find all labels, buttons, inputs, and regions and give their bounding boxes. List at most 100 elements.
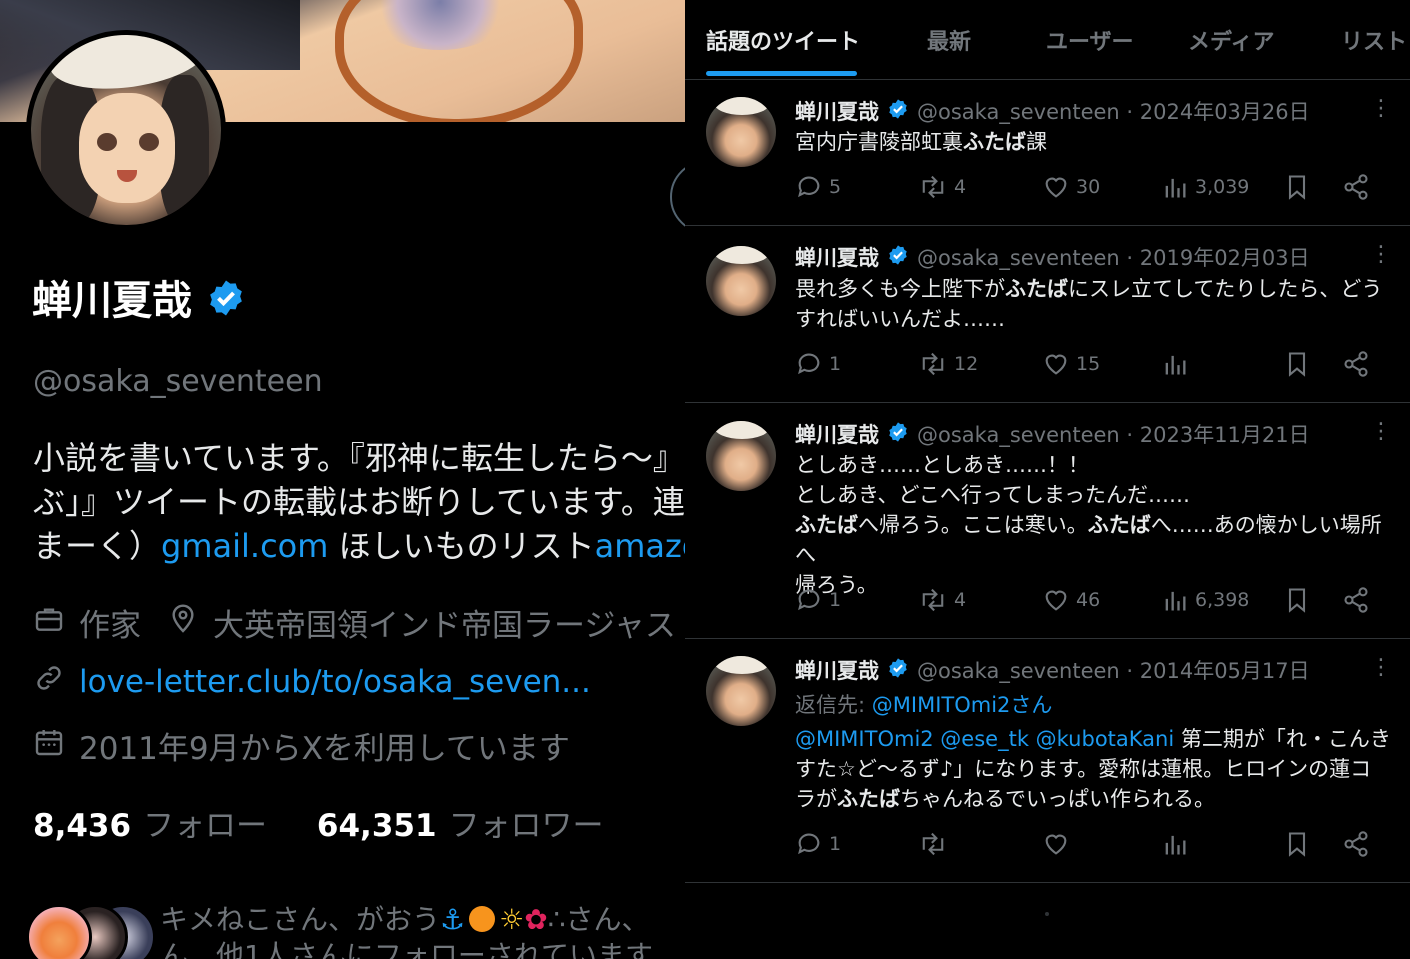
tweet[interactable]: 蝉川夏哉 @osaka_seventeen · 2019年02月03日 ⋮ 畏れ…: [685, 226, 1410, 403]
follow-button-edge[interactable]: [670, 160, 685, 234]
tweet-actions: 1 12 15: [795, 350, 1385, 384]
followed-by-row[interactable]: キメねこさん、がおう⚓ ☼✿∴さん、 ん、他1人さんにフォローされています: [26, 898, 685, 959]
retweet-button[interactable]: [918, 830, 954, 858]
tweet[interactable]: 蝉川夏哉 @osaka_seventeen · 2023年11月21日 ⋮ とし…: [685, 403, 1410, 639]
profile-bio: 小説を書いています。『邪神に転生したら～』 ぶ」』ツイートの転載はお断りしていま…: [33, 436, 685, 568]
bookmark-button[interactable]: [1283, 350, 1317, 378]
tweet-header: 蝉川夏哉 @osaka_seventeen · 2024年03月26日: [795, 96, 1310, 126]
reply-to-link[interactable]: @MIMITOmi2さん: [872, 693, 1053, 717]
reply-button[interactable]: 1: [795, 350, 841, 378]
tweet-text: 畏れ多くも今上陛下がふたばにスレ立てしてたりしたら、どう すればいいんだよ……: [795, 277, 1383, 331]
tweet-actions: 1: [795, 830, 1385, 864]
tweet-handle-date[interactable]: @osaka_seventeen · 2014年05月17日: [917, 655, 1310, 685]
bio-line: まーく）gmail.com ほしいものリストamazo: [33, 524, 685, 568]
verified-badge-icon: [206, 278, 246, 328]
following-link[interactable]: 8,436 フォロー: [33, 808, 307, 844]
share-button[interactable]: [1342, 830, 1376, 858]
orange-circle-emoji: [469, 906, 496, 932]
email-link[interactable]: gmail.com: [161, 527, 328, 565]
tweet-avatar[interactable]: [706, 97, 776, 167]
joined-date: 2011年9月からXを利用しています: [79, 731, 570, 767]
bookmark-button[interactable]: [1283, 586, 1317, 614]
profile-handle: @osaka_seventeen: [33, 364, 323, 399]
reply-button[interactable]: 1: [795, 830, 841, 858]
verified-badge-icon: [887, 244, 909, 271]
tweet-actions: 1 4 46 6,398: [795, 586, 1385, 620]
profile-meta-row: 作家 大英帝国領インド帝国ラージャス: [33, 600, 676, 645]
more-icon[interactable]: ⋮: [1370, 419, 1392, 444]
views-button[interactable]: 6,398: [1161, 586, 1249, 614]
like-button[interactable]: 15: [1042, 350, 1100, 378]
share-button[interactable]: [1342, 173, 1376, 201]
tab-latest[interactable]: 最新: [927, 24, 971, 56]
reply-button[interactable]: 5: [795, 173, 841, 201]
tab-top[interactable]: 話題のツイート: [706, 24, 860, 56]
website-link[interactable]: love-letter.club/to/osaka_seven...: [79, 664, 591, 700]
ribbon-emoji: ✿: [524, 903, 548, 936]
profession-text: 作家: [79, 608, 141, 644]
profile-name: 蝉川夏哉: [32, 268, 246, 328]
like-button[interactable]: 46: [1042, 586, 1100, 614]
tab-media[interactable]: メディア: [1188, 24, 1274, 56]
sun-emoji: ☼: [499, 903, 525, 936]
anchor-emoji: ⚓: [440, 903, 466, 936]
retweet-button[interactable]: 4: [918, 173, 966, 201]
profile-avatar[interactable]: [26, 30, 226, 230]
share-button[interactable]: [1342, 586, 1376, 614]
follow-stats: 8,436 フォロー 64,351 フォロワー: [33, 800, 644, 845]
briefcase-icon: [33, 603, 79, 643]
tweet-header: 蝉川夏哉 @osaka_seventeen · 2019年02月03日: [795, 242, 1310, 272]
tweet-header: 蝉川夏哉 @osaka_seventeen · 2014年05月17日: [795, 655, 1310, 685]
mention-links[interactable]: @MIMITOmi2 @ese_tk @kubotaKani: [795, 727, 1174, 751]
amazon-link[interactable]: amazo: [595, 527, 685, 565]
bookmark-button[interactable]: [1283, 173, 1317, 201]
tweet-author-name[interactable]: 蝉川夏哉: [795, 96, 879, 126]
tweet[interactable]: 蝉川夏哉 @osaka_seventeen · 2014年05月17日 ⋮ 返信…: [685, 639, 1410, 883]
share-button[interactable]: [1342, 350, 1376, 378]
followers-link[interactable]: 64,351 フォロワー: [317, 808, 644, 844]
tweet-author-name[interactable]: 蝉川夏哉: [795, 242, 879, 272]
tweet-avatar[interactable]: [706, 246, 776, 316]
tweet-handle-date[interactable]: @osaka_seventeen · 2023年11月21日: [917, 419, 1310, 449]
reply-button[interactable]: 1: [795, 586, 841, 614]
tweet-avatar[interactable]: [706, 421, 776, 491]
bio-line: 小説を書いています。『邪神に転生したら～』: [33, 439, 685, 477]
reply-context: 返信先: @MIMITOmi2さん: [795, 693, 1053, 717]
retweet-button[interactable]: 12: [918, 350, 978, 378]
views-button[interactable]: 3,039: [1161, 173, 1249, 201]
paw-emoji: ∴: [547, 903, 566, 936]
more-icon[interactable]: ⋮: [1370, 96, 1392, 121]
like-button[interactable]: [1042, 830, 1076, 858]
more-icon[interactable]: ⋮: [1370, 655, 1392, 680]
tweet-handle-date[interactable]: @osaka_seventeen · 2019年02月03日: [917, 242, 1310, 272]
tweet-author-name[interactable]: 蝉川夏哉: [795, 419, 879, 449]
like-button[interactable]: 30: [1042, 173, 1100, 201]
bookmark-button[interactable]: [1283, 830, 1317, 858]
tab-people[interactable]: ユーザー: [1046, 24, 1134, 56]
tweet-actions: 5 4 30 3,039: [795, 173, 1385, 207]
loading-indicator: [1045, 912, 1049, 916]
tweet-author-name[interactable]: 蝉川夏哉: [795, 655, 879, 685]
verified-badge-icon: [887, 657, 909, 684]
tab-lists[interactable]: リスト: [1341, 24, 1407, 56]
link-icon: [33, 662, 79, 702]
views-button[interactable]: [1161, 830, 1195, 858]
search-results-panel: 話題のツイート 最新 ユーザー メディア リスト 蝉川夏哉 @osaka_sev…: [685, 0, 1410, 959]
views-button[interactable]: [1161, 350, 1195, 378]
tweet-avatar[interactable]: [706, 656, 776, 726]
followed-by-text: キメねこさん、がおう⚓ ☼✿∴さん、 ん、他1人さんにフォローされています: [160, 903, 653, 959]
retweet-button[interactable]: 4: [918, 586, 966, 614]
active-tab-indicator: [706, 71, 857, 76]
tweet-handle-date[interactable]: @osaka_seventeen · 2024年03月26日: [917, 96, 1310, 126]
profile-meta-row: 2011年9月からXを利用しています: [33, 723, 570, 768]
tweet[interactable]: 蝉川夏哉 @osaka_seventeen · 2024年03月26日 ⋮ 宮内…: [685, 80, 1410, 226]
tweet-text: としあき……としあき……！！ としあき、どこへ行ってしまったんだ…… ふたばへ帰…: [795, 453, 1382, 597]
tweet-text: 宮内庁書陵部虹裏ふたば課: [795, 130, 1047, 154]
tweet-text: @MIMITOmi2 @ese_tk @kubotaKani 第二期が「れ・こん…: [795, 727, 1391, 811]
calendar-icon: [33, 726, 79, 766]
location-pin-icon: [167, 603, 213, 643]
location-text: 大英帝国領インド帝国ラージャス: [213, 608, 676, 644]
verified-badge-icon: [887, 421, 909, 448]
more-icon[interactable]: ⋮: [1370, 242, 1392, 267]
tweet-header: 蝉川夏哉 @osaka_seventeen · 2023年11月21日: [795, 419, 1310, 449]
